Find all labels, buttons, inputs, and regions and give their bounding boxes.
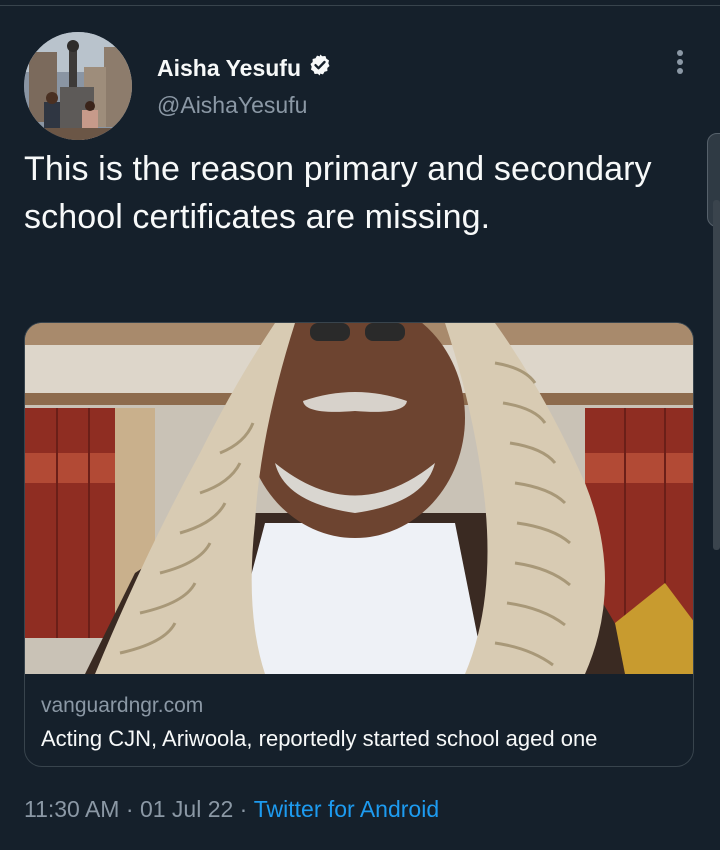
top-divider	[0, 5, 720, 6]
tweet-date[interactable]: 01 Jul 22	[140, 795, 233, 823]
tweet-text: This is the reason primary and secondary…	[24, 150, 652, 236]
tweet-source-link[interactable]: Twitter for Android	[254, 795, 439, 823]
avatar[interactable]	[24, 32, 132, 140]
scrollbar[interactable]	[713, 200, 720, 550]
display-name[interactable]: Aisha Yesufu	[157, 54, 301, 82]
avatar-photo	[24, 32, 132, 140]
tweet-meta: 11:30 AM · 01 Jul 22 · Twitter for Andro…	[24, 795, 439, 823]
verified-badge-icon	[308, 53, 332, 82]
meta-separator: ·	[119, 796, 140, 822]
card-title: Acting CJN, Ariwoola, reportedly started…	[41, 726, 598, 751]
meta-separator: ·	[233, 796, 254, 822]
link-card[interactable]: vanguardngr.com Acting CJN, Ariwoola, re…	[24, 322, 694, 767]
more-vertical-icon	[675, 48, 685, 81]
card-domain: vanguardngr.com	[41, 694, 204, 717]
more-options-button[interactable]	[668, 48, 692, 80]
card-image	[25, 323, 693, 674]
tweet-time[interactable]: 11:30 AM	[24, 795, 119, 823]
user-handle[interactable]: @AishaYesufu	[157, 91, 307, 119]
